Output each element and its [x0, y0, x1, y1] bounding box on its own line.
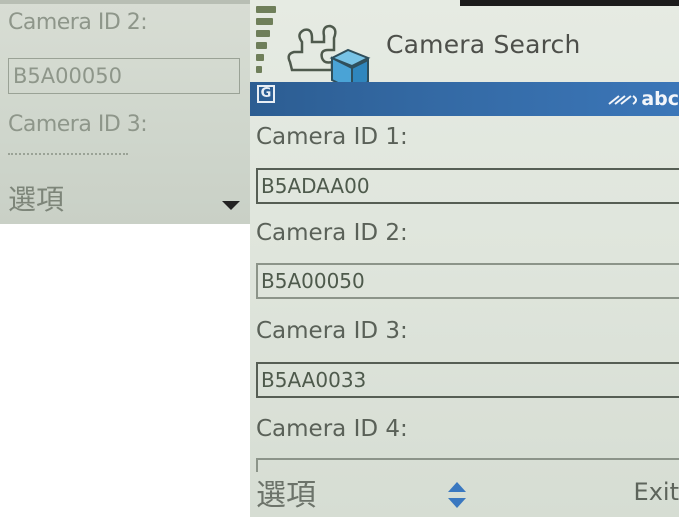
camera-id-4-label: Camera ID 4: [256, 416, 408, 442]
camera-id-2-label: Camera ID 2: [8, 10, 148, 35]
exit-softkey[interactable]: Exit [634, 478, 679, 506]
network-indicator: G [257, 85, 275, 103]
app-title: Camera Search [386, 30, 581, 59]
camera-id-2-label: Camera ID 2: [256, 220, 408, 246]
status-bar: G abc [250, 82, 679, 116]
camera-id-4-field[interactable] [256, 458, 679, 472]
input-mode-indicator: abc [607, 88, 679, 110]
camera-id-3-field[interactable]: B5AA0033 [256, 362, 679, 398]
camera-id-1-field[interactable]: B5ADAA00 [256, 168, 679, 204]
camera-id-2-field[interactable]: B5A00050 [256, 263, 679, 299]
input-mode-label: abc [641, 88, 679, 110]
left-softkey-options[interactable]: 選項 [8, 178, 64, 218]
left-phone-screen: Camera ID 2: B5A00050 Camera ID 3: 選項 [0, 0, 250, 224]
arrow-down-icon [222, 201, 240, 210]
camera-id-3-label: Camera ID 3: [8, 112, 148, 137]
camera-id-3-label: Camera ID 3: [256, 318, 408, 344]
signal-strength-icon [256, 6, 276, 84]
camera-id-3-field-edge [8, 153, 128, 155]
up-down-nav-icon[interactable] [447, 481, 467, 509]
pen-input-icon [608, 94, 638, 105]
bezel-edge [460, 0, 679, 6]
camera-id-2-field[interactable]: B5A00050 [8, 58, 240, 94]
options-softkey[interactable]: 選項 [256, 470, 316, 514]
left-top-strip [0, 0, 250, 4]
right-phone-screen: Camera Search G abc Camera ID 1: B5ADAA0… [250, 0, 679, 517]
camera-id-1-label: Camera ID 1: [256, 124, 408, 150]
